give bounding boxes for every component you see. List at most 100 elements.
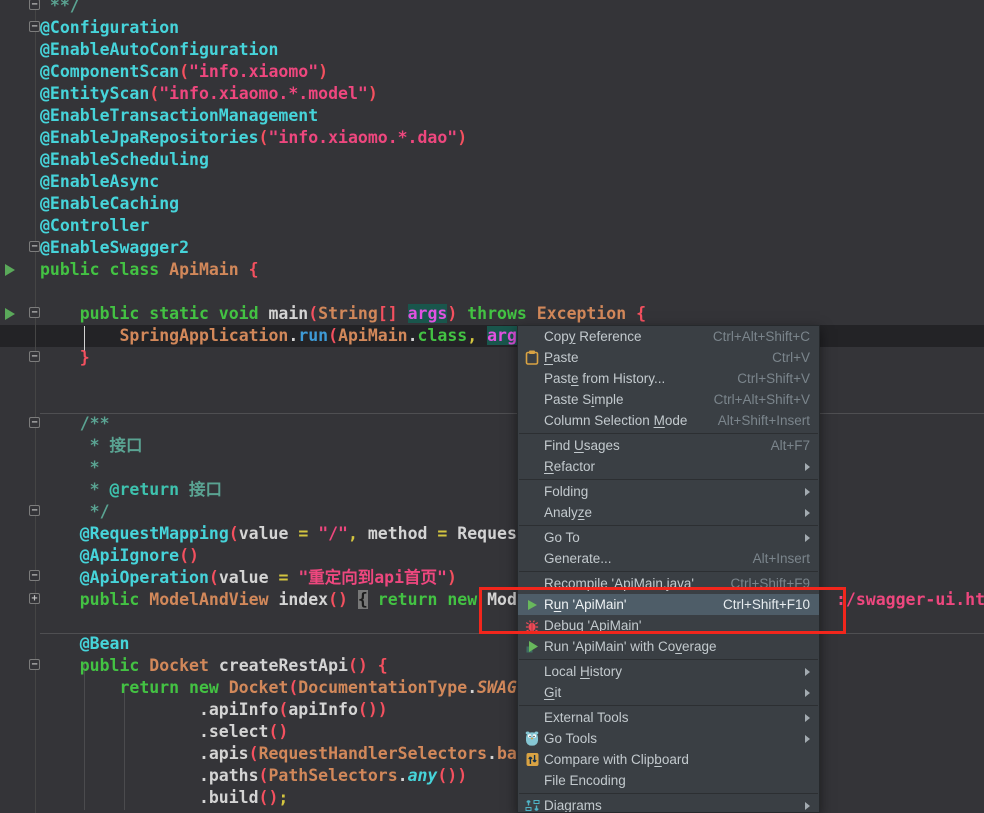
code-line[interactable]: :/swagger-ui.html <box>836 589 984 611</box>
fold-marker-icon[interactable]: − <box>29 241 40 252</box>
menu-item-external-tools[interactable]: External Tools <box>518 707 819 728</box>
context-menu-items: Copy ReferenceCtrl+Alt+Shift+CPasteCtrl+… <box>518 326 819 813</box>
fold-marker-icon[interactable]: − <box>29 659 40 670</box>
menu-item-label: Refactor <box>544 459 595 474</box>
run-gutter-arrow-icon[interactable] <box>5 264 15 276</box>
menu-item-label: Column Selection Mode <box>544 413 687 428</box>
menu-item-icon-slot <box>523 530 541 546</box>
code-line[interactable]: .apiInfo(apiInfo()) <box>40 699 388 721</box>
fold-marker-icon[interactable]: − <box>29 0 40 10</box>
code-line[interactable]: public ModelAndView index() { return new… <box>40 589 517 611</box>
menu-item-label: File Encoding <box>544 773 626 788</box>
code-line[interactable]: @EnableCaching <box>40 193 179 215</box>
menu-item-icon-slot <box>523 664 541 680</box>
code-line[interactable]: @ApiOperation(value = "重定向到api首页") <box>40 567 457 589</box>
code-line[interactable]: @ApiIgnore() <box>40 545 199 567</box>
menu-item-shortcut: Alt+Shift+Insert <box>718 413 810 428</box>
menu-item-find-usages[interactable]: Find UsagesAlt+F7 <box>518 435 819 456</box>
run-gutter-arrow-icon[interactable] <box>5 308 15 320</box>
run-coverage-icon <box>523 639 541 655</box>
menu-item-label: Go Tools <box>544 731 597 746</box>
code-line[interactable]: public static void main(String[] args) t… <box>40 303 646 325</box>
code-line[interactable]: @Controller <box>40 215 149 237</box>
menu-item-local-history[interactable]: Local History <box>518 661 819 682</box>
compare-clipboard-icon <box>523 752 541 768</box>
menu-item-icon-slot <box>523 413 541 429</box>
menu-item-diagrams[interactable]: Diagrams <box>518 795 819 813</box>
menu-item-label: Git <box>544 685 561 700</box>
menu-item-label: Compare with Clipboard <box>544 752 689 767</box>
menu-item-label: Analyze <box>544 505 592 520</box>
code-line[interactable]: SpringApplication.run(ApiMain.class, arg <box>40 325 517 347</box>
fold-marker-icon[interactable]: − <box>29 505 40 516</box>
menu-item-analyze[interactable]: Analyze <box>518 502 819 523</box>
gopher-icon <box>523 731 541 747</box>
code-line[interactable]: * 接口 <box>40 435 143 457</box>
code-line[interactable]: */ <box>40 501 110 523</box>
menu-item-label: External Tools <box>544 710 629 725</box>
menu-item-shortcut: Ctrl+Shift+V <box>737 371 810 386</box>
menu-item-go-tools[interactable]: Go Tools <box>518 728 819 749</box>
menu-item-generate[interactable]: Generate... Alt+Insert <box>518 548 819 569</box>
code-line[interactable]: @EnableAsync <box>40 171 159 193</box>
code-line[interactable]: public Docket createRestApi() { <box>40 655 388 677</box>
menu-item-folding[interactable]: Folding <box>518 481 819 502</box>
code-line[interactable]: .apis(RequestHandlerSelectors.ba <box>40 743 517 765</box>
menu-item-shortcut: Ctrl+V <box>772 350 810 365</box>
menu-item-icon-slot <box>523 710 541 726</box>
code-line[interactable]: .select() <box>40 721 288 743</box>
method-separator-line <box>40 413 984 414</box>
menu-item-label: Generate... <box>544 551 612 566</box>
menu-item-shortcut: Ctrl+Alt+Shift+V <box>714 392 810 407</box>
code-line[interactable]: @EntityScan("info.xiaomo.*.model") <box>40 83 378 105</box>
fold-marker-icon[interactable]: − <box>29 21 40 32</box>
fold-expand-icon[interactable]: + <box>29 593 40 604</box>
code-line[interactable]: return new Docket(DocumentationType.SWAG <box>40 677 517 699</box>
menu-item-label: Paste from History... <box>544 371 665 386</box>
annotation-highlight-box <box>479 587 846 634</box>
menu-item-icon-slot <box>523 329 541 345</box>
menu-item-compare-with-clipboard[interactable]: Compare with Clipboard <box>518 749 819 770</box>
fold-marker-icon[interactable]: − <box>29 307 40 318</box>
code-line[interactable]: @Configuration <box>40 17 179 39</box>
code-line[interactable]: * @return 接口 <box>40 479 222 501</box>
fold-marker-icon[interactable]: − <box>29 417 40 428</box>
code-line[interactable]: @EnableScheduling <box>40 149 209 171</box>
code-line[interactable]: @Bean <box>40 633 129 655</box>
code-line[interactable]: } <box>40 347 90 369</box>
code-line[interactable]: .paths(PathSelectors.any()) <box>40 765 467 787</box>
submenu-arrow-icon <box>805 509 810 517</box>
code-line[interactable]: .build(); <box>40 787 288 809</box>
menu-item-go-to[interactable]: Go To <box>518 527 819 548</box>
menu-item-icon-slot <box>523 484 541 500</box>
code-line[interactable]: @EnableTransactionManagement <box>40 105 318 127</box>
code-line[interactable]: @EnableAutoConfiguration <box>40 39 278 61</box>
code-line[interactable]: public class ApiMain { <box>40 259 259 281</box>
code-line[interactable]: **/ <box>40 0 80 17</box>
submenu-arrow-icon <box>805 463 810 471</box>
code-line[interactable]: @ComponentScan("info.xiaomo") <box>40 61 328 83</box>
diagrams-icon <box>523 798 541 813</box>
menu-item-paste-from-history[interactable]: Paste from History... Ctrl+Shift+V <box>518 368 819 389</box>
code-line[interactable]: * <box>40 457 100 479</box>
menu-item-run-apimain-with-coverage[interactable]: Run 'ApiMain' with Coverage <box>518 636 819 657</box>
menu-item-paste[interactable]: PasteCtrl+V <box>518 347 819 368</box>
menu-item-refactor[interactable]: Refactor <box>518 456 819 477</box>
code-line[interactable]: @EnableJpaRepositories("info.xiaomo.*.da… <box>40 127 467 149</box>
menu-item-copy-reference[interactable]: Copy ReferenceCtrl+Alt+Shift+C <box>518 326 819 347</box>
menu-item-git[interactable]: Git <box>518 682 819 703</box>
fold-marker-icon[interactable]: − <box>29 570 40 581</box>
menu-item-icon-slot <box>523 459 541 475</box>
fold-marker-icon[interactable]: − <box>29 351 40 362</box>
menu-item-shortcut: Alt+Insert <box>753 551 810 566</box>
paste-icon <box>523 350 541 366</box>
code-editor: −−−−−−−−+− **/@Configuration@EnableAutoC… <box>0 0 984 813</box>
code-line[interactable]: @RequestMapping(value = "/", method = Re… <box>40 523 517 545</box>
menu-item-label: Folding <box>544 484 588 499</box>
menu-item-column-selection-mode[interactable]: Column Selection Mode Alt+Shift+Insert <box>518 410 819 431</box>
code-line[interactable]: @EnableSwagger2 <box>40 237 189 259</box>
menu-item-paste-simple[interactable]: Paste SimpleCtrl+Alt+Shift+V <box>518 389 819 410</box>
menu-item-file-encoding[interactable]: File Encoding <box>518 770 819 791</box>
menu-item-icon-slot <box>523 438 541 454</box>
code-line[interactable]: /** <box>40 413 110 435</box>
